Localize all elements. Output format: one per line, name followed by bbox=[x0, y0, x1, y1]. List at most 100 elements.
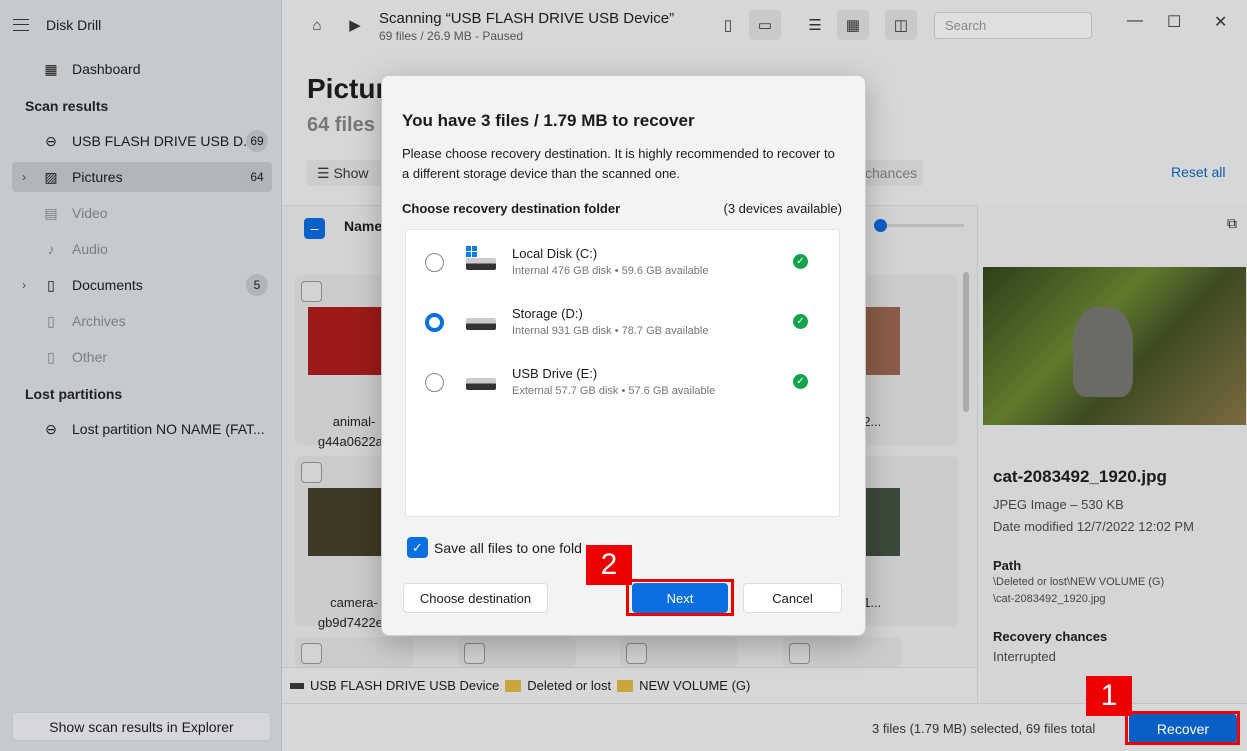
scan-results-heading: Scan results bbox=[25, 98, 109, 114]
cancel-button[interactable]: Cancel bbox=[743, 583, 842, 613]
annotation-highlight bbox=[1125, 711, 1240, 745]
device-name: Local Disk (C:) bbox=[512, 246, 598, 261]
folder-icon bbox=[505, 679, 522, 692]
preview-image bbox=[983, 267, 1246, 425]
breadcrumb-item[interactable]: Deleted or lost bbox=[527, 678, 611, 693]
windows-icon bbox=[466, 246, 477, 257]
save-one-folder-checkbox[interactable]: ✓ bbox=[407, 537, 428, 558]
device-item-c[interactable]: Local Disk (C:) Internal 476 GB disk • 59… bbox=[406, 232, 839, 290]
sidebar-item-label: Archives bbox=[72, 313, 126, 329]
sidebar-item-documents[interactable]: › ▯ Documents 5 bbox=[12, 270, 272, 300]
show-filter-button[interactable]: ☰ Show bbox=[307, 160, 387, 186]
drive-icon bbox=[466, 258, 496, 270]
sidebar-item-archives[interactable]: ▯ Archives bbox=[12, 306, 272, 336]
sidebar-item-other[interactable]: ▯ Other bbox=[12, 342, 272, 372]
preview-filename: cat-2083492_1920.jpg bbox=[993, 467, 1167, 486]
file-tile[interactable] bbox=[458, 637, 576, 667]
minimize-icon[interactable]: — bbox=[1127, 12, 1143, 30]
app-title: Disk Drill bbox=[46, 17, 102, 33]
play-icon[interactable]: ▶ bbox=[339, 10, 371, 40]
breadcrumb-item[interactable]: NEW VOLUME (G) bbox=[639, 678, 750, 693]
device-name: USB Drive (E:) bbox=[512, 366, 598, 381]
destination-label: Choose recovery destination folder bbox=[402, 201, 621, 216]
device-desc: External 57.7 GB disk • 57.6 GB availabl… bbox=[512, 385, 716, 397]
save-one-folder-label[interactable]: Save all files to one fold bbox=[434, 540, 582, 556]
grid-icon: ▦ bbox=[44, 60, 58, 77]
selection-status: 3 files (1.79 MB) selected, 69 files tot… bbox=[872, 721, 1096, 736]
preview-panel: ⧉ cat-2083492_1920.jpg JPEG Image – 530 … bbox=[977, 205, 1247, 703]
device-desc: Internal 476 GB disk • 59.6 GB available bbox=[512, 265, 709, 277]
file-icon[interactable]: ▯ bbox=[712, 10, 744, 40]
choose-destination-button[interactable]: Choose destination bbox=[403, 583, 548, 613]
chevron-right-icon[interactable]: › bbox=[22, 170, 26, 184]
folder-icon[interactable]: ▭ bbox=[749, 10, 781, 40]
tile-checkbox[interactable] bbox=[626, 643, 647, 664]
page-subtitle: 64 files / bbox=[307, 114, 386, 136]
annotation-highlight bbox=[626, 579, 734, 616]
device-item-d[interactable]: Storage (D:) Internal 931 GB disk • 78.7 … bbox=[406, 292, 839, 350]
open-external-icon[interactable]: ⧉ bbox=[1227, 215, 1237, 232]
zoom-slider[interactable] bbox=[874, 219, 964, 232]
device-desc: Internal 931 GB disk • 78.7 GB available bbox=[512, 325, 709, 337]
radio-button[interactable] bbox=[425, 373, 444, 392]
sidebar-item-label: Dashboard bbox=[72, 61, 141, 77]
sidebar: Disk Drill ▦ Dashboard Scan results ⊖ USB … bbox=[0, 0, 282, 751]
show-in-explorer-button[interactable]: Show scan results in Explorer bbox=[12, 712, 271, 741]
preview-type: JPEG Image – 530 KB bbox=[993, 497, 1124, 512]
tile-checkbox[interactable] bbox=[789, 643, 810, 664]
device-list: Local Disk (C:) Internal 476 GB disk • 59… bbox=[405, 229, 840, 517]
radio-button[interactable] bbox=[425, 313, 444, 332]
picture-icon: ▨ bbox=[44, 168, 58, 185]
devices-count: (3 devices available) bbox=[723, 201, 842, 216]
reset-all-link[interactable]: Reset all bbox=[1171, 164, 1225, 180]
sidebar-item-video[interactable]: ▤ Video bbox=[12, 198, 272, 228]
check-icon: ✓ bbox=[793, 314, 808, 329]
annotation-marker-1: 1 bbox=[1086, 676, 1132, 716]
file-tile[interactable] bbox=[620, 637, 738, 667]
folder-icon bbox=[617, 679, 634, 692]
sidebar-item-label: Documents bbox=[72, 277, 143, 293]
sidebar-item-label: Other bbox=[72, 349, 108, 365]
grid-view-icon[interactable]: ▦ bbox=[837, 10, 869, 40]
sidebar-item-label: Video bbox=[72, 205, 108, 221]
radio-button[interactable] bbox=[425, 253, 444, 272]
tile-checkbox[interactable] bbox=[301, 643, 322, 664]
check-icon: ✓ bbox=[793, 374, 808, 389]
home-icon[interactable]: ⌂ bbox=[301, 10, 333, 40]
sidebar-item-lost-partition[interactable]: ⊖ Lost partition NO NAME (FAT... bbox=[12, 414, 272, 444]
name-column-header[interactable]: Name bbox=[344, 218, 382, 234]
sidebar-item-audio[interactable]: ♪ Audio bbox=[12, 234, 272, 264]
preview-panel-icon[interactable]: ◫ bbox=[885, 10, 917, 40]
sidebar-item-label: Audio bbox=[72, 241, 108, 257]
select-all-checkbox[interactable]: – bbox=[304, 218, 325, 239]
hamburger-menu-icon[interactable] bbox=[13, 19, 29, 31]
tile-checkbox[interactable] bbox=[464, 643, 485, 664]
page-title: Pictur bbox=[307, 73, 387, 104]
path-value: \Deleted or lost\NEW VOLUME (G) bbox=[993, 576, 1165, 588]
chevron-right-icon[interactable]: › bbox=[22, 278, 26, 292]
sidebar-item-label: USB FLASH DRIVE USB D... bbox=[72, 133, 255, 149]
tile-checkbox[interactable] bbox=[301, 281, 322, 302]
sidebar-item-usb[interactable]: ⊖ USB FLASH DRIVE USB D... 69 bbox=[12, 126, 272, 156]
scan-status: 69 files / 26.9 MB - Paused bbox=[379, 29, 524, 43]
sidebar-item-dashboard[interactable]: ▦ Dashboard bbox=[12, 54, 272, 84]
scrollbar[interactable] bbox=[963, 272, 969, 412]
sidebar-item-label: Pictures bbox=[72, 169, 123, 185]
tile-checkbox[interactable] bbox=[301, 462, 322, 483]
search-input[interactable]: Search bbox=[934, 12, 1092, 39]
count-badge: 69 bbox=[246, 130, 268, 152]
file-tile[interactable] bbox=[295, 637, 413, 667]
toolbar: ⌂ ▶ Scanning “USB FLASH DRIVE USB Device… bbox=[282, 0, 1247, 52]
device-name: Storage (D:) bbox=[512, 306, 583, 321]
breadcrumb-item[interactable]: USB FLASH DRIVE USB Device bbox=[310, 678, 499, 693]
file-tile[interactable] bbox=[783, 637, 901, 667]
list-view-icon[interactable]: ☰ bbox=[799, 10, 831, 40]
drive-icon bbox=[466, 318, 496, 330]
annotation-marker-2: 2 bbox=[586, 545, 632, 585]
film-icon: ▤ bbox=[44, 204, 58, 221]
file-icon: ▯ bbox=[47, 348, 55, 365]
sidebar-item-pictures[interactable]: › ▨ Pictures 64 bbox=[12, 162, 272, 192]
close-icon[interactable]: ✕ bbox=[1214, 12, 1227, 32]
maximize-icon[interactable]: ☐ bbox=[1167, 12, 1181, 32]
device-item-e[interactable]: USB Drive (E:) External 57.7 GB disk • 57… bbox=[406, 352, 839, 410]
